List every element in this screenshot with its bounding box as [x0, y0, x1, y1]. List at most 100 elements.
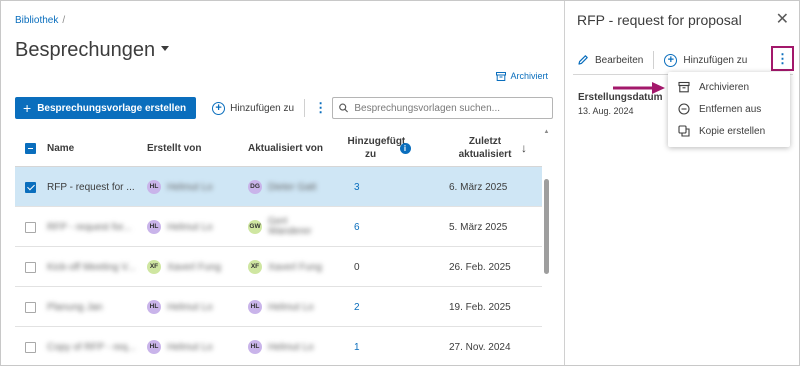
avatar: DG: [248, 180, 262, 194]
avatar: HL: [147, 220, 161, 234]
updater-name: Helmut Lo: [268, 301, 314, 313]
row-name[interactable]: RFP - request for...: [47, 207, 131, 247]
creator-name: Helmut Lo: [167, 221, 213, 233]
more-options-icon[interactable]: ⋮: [314, 100, 327, 116]
select-all-cell: [25, 129, 36, 167]
app-window: Bibliothek / Besprechungen Archiviert + B…: [0, 0, 800, 366]
panel-add-to-label: Hinzufügen zu: [683, 54, 748, 66]
row-added-count[interactable]: 3: [354, 167, 360, 207]
panel-add-to-button[interactable]: + Hinzufügen zu: [660, 53, 751, 67]
breadcrumb-separator: /: [62, 15, 66, 26]
more-options-menu: Archivieren Entfernen aus Kopie erstelle…: [668, 72, 790, 147]
menu-item-label: Kopie erstellen: [699, 125, 766, 137]
table-row[interactable]: Copy of RFP - req... HL Helmut Lo HL Helmu…: [15, 327, 542, 365]
header-last-updated[interactable]: Zuletzt aktualisiert: [455, 129, 515, 167]
row-checkbox[interactable]: [25, 341, 36, 353]
avatar: HL: [248, 300, 262, 314]
header-added-to[interactable]: Hinzugefügt zu i: [343, 129, 415, 167]
search-input[interactable]: [354, 102, 552, 114]
avatar: HL: [147, 300, 161, 314]
table-scrollbar[interactable]: ▲: [542, 129, 551, 365]
close-icon[interactable]: ✕: [776, 9, 789, 29]
row-date: 6. März 2025: [449, 181, 508, 193]
add-circle-icon: +: [664, 53, 678, 67]
creator-name: Helmut Lo: [167, 301, 213, 313]
panel-actions: Bearbeiten + Hinzufügen zu: [573, 47, 795, 73]
row-name[interactable]: Kick-off Meeting V...: [47, 247, 135, 287]
table-row[interactable]: Planung Jan HL Helmut Lo HL Helmut Lo 2 19…: [15, 287, 542, 327]
row-added-count[interactable]: 1: [354, 327, 360, 365]
avatar: HL: [147, 180, 161, 194]
menu-item-archive[interactable]: Archivieren: [668, 76, 790, 98]
details-panel: RFP - request for proposal ✕ Bearbeiten …: [564, 1, 799, 365]
row-checkbox[interactable]: [25, 301, 36, 313]
page-title[interactable]: Besprechungen: [15, 39, 170, 62]
scroll-up-icon[interactable]: ▲: [542, 129, 551, 135]
scrollbar-thumb[interactable]: [544, 179, 549, 274]
row-checkbox[interactable]: [25, 221, 36, 233]
sort-arrow-down-icon[interactable]: ↓: [521, 129, 527, 167]
table-header: Name Erstellt von Aktualisiert von Hinzu…: [15, 129, 542, 167]
annotation-arrow-icon: [613, 82, 665, 94]
row-updater: XF Xaverl Fung: [248, 247, 322, 287]
row-updater: DG Dieter Gatt: [248, 167, 316, 207]
row-date: 19. Feb. 2025: [449, 301, 511, 313]
row-checkbox[interactable]: [25, 181, 36, 193]
header-name[interactable]: Name: [47, 129, 74, 167]
table-row[interactable]: Kick-off Meeting V... XF Xaverl Fung XF Xa…: [15, 247, 542, 287]
row-added-count[interactable]: 6: [354, 207, 360, 247]
row-added-count[interactable]: 2: [354, 287, 360, 327]
row-updater: HL Helmut Lo: [248, 327, 314, 365]
row-name[interactable]: Planung Jan: [47, 287, 103, 327]
archived-label: Archiviert: [510, 71, 548, 81]
menu-item-remove-from[interactable]: Entfernen aus: [668, 98, 790, 120]
header-updated-by[interactable]: Aktualisiert von: [248, 129, 323, 167]
remove-circle-icon: [678, 103, 690, 115]
archive-icon: [678, 81, 690, 93]
row-creator: HL Helmut Lo: [147, 327, 213, 365]
row-updater: HL Helmut Lo: [248, 287, 314, 327]
row-updater: GW Gert Wanderer: [248, 207, 318, 247]
breadcrumb-link-library[interactable]: Bibliothek: [15, 15, 58, 26]
more-options-icon[interactable]: ⋮: [771, 46, 794, 71]
updater-name: Helmut Lo: [268, 341, 314, 353]
creator-name: Xaverl Fung: [167, 261, 221, 273]
create-template-button[interactable]: + Besprechungsvorlage erstellen: [15, 97, 197, 119]
plus-icon: +: [23, 100, 32, 116]
info-icon[interactable]: i: [399, 142, 411, 154]
row-creator: HL Helmut Lo: [147, 287, 213, 327]
row-creator: XF Xaverl Fung: [147, 247, 221, 287]
table-row[interactable]: RFP - request for... HL Helmut Lo GW Gert …: [15, 207, 542, 247]
row-date: 5. März 2025: [449, 221, 508, 233]
updater-name: Gert Wanderer: [268, 216, 312, 237]
creator-name: Helmut Lo: [167, 341, 213, 353]
avatar: HL: [147, 340, 161, 354]
panel-title: RFP - request for proposal: [577, 12, 742, 28]
add-to-label: Hinzufügen zu: [230, 102, 295, 114]
main-content: Bibliothek / Besprechungen Archiviert + B…: [1, 1, 564, 365]
toolbar: + Besprechungsvorlage erstellen + Hinzuf…: [15, 97, 553, 119]
table-row[interactable]: RFP - request for ... HL Helmut Lo DG Diet…: [15, 167, 542, 207]
row-date: 26. Feb. 2025: [449, 261, 511, 273]
avatar: XF: [147, 260, 161, 274]
chevron-down-icon: [161, 46, 170, 52]
edit-label: Bearbeiten: [595, 54, 644, 66]
row-added-count: 0: [354, 261, 360, 273]
avatar: XF: [248, 260, 262, 274]
menu-item-copy[interactable]: Kopie erstellen: [668, 120, 790, 142]
avatar: HL: [248, 340, 262, 354]
pencil-icon: [578, 55, 588, 65]
header-created-by[interactable]: Erstellt von: [147, 129, 201, 167]
row-name[interactable]: Copy of RFP - req...: [47, 327, 136, 365]
add-to-button[interactable]: + Hinzufügen zu: [212, 101, 295, 115]
row-name[interactable]: RFP - request for ...: [47, 167, 135, 207]
archived-link[interactable]: Archiviert: [496, 71, 548, 81]
edit-button[interactable]: Bearbeiten: [573, 54, 647, 66]
toolbar-divider: [304, 99, 306, 117]
select-all-checkbox[interactable]: [25, 142, 36, 154]
row-checkbox[interactable]: [25, 261, 36, 273]
copy-icon: [678, 125, 690, 137]
row-date: 27. Nov. 2024: [449, 341, 511, 353]
add-circle-icon: +: [212, 101, 226, 115]
panel-divider: [653, 51, 655, 69]
